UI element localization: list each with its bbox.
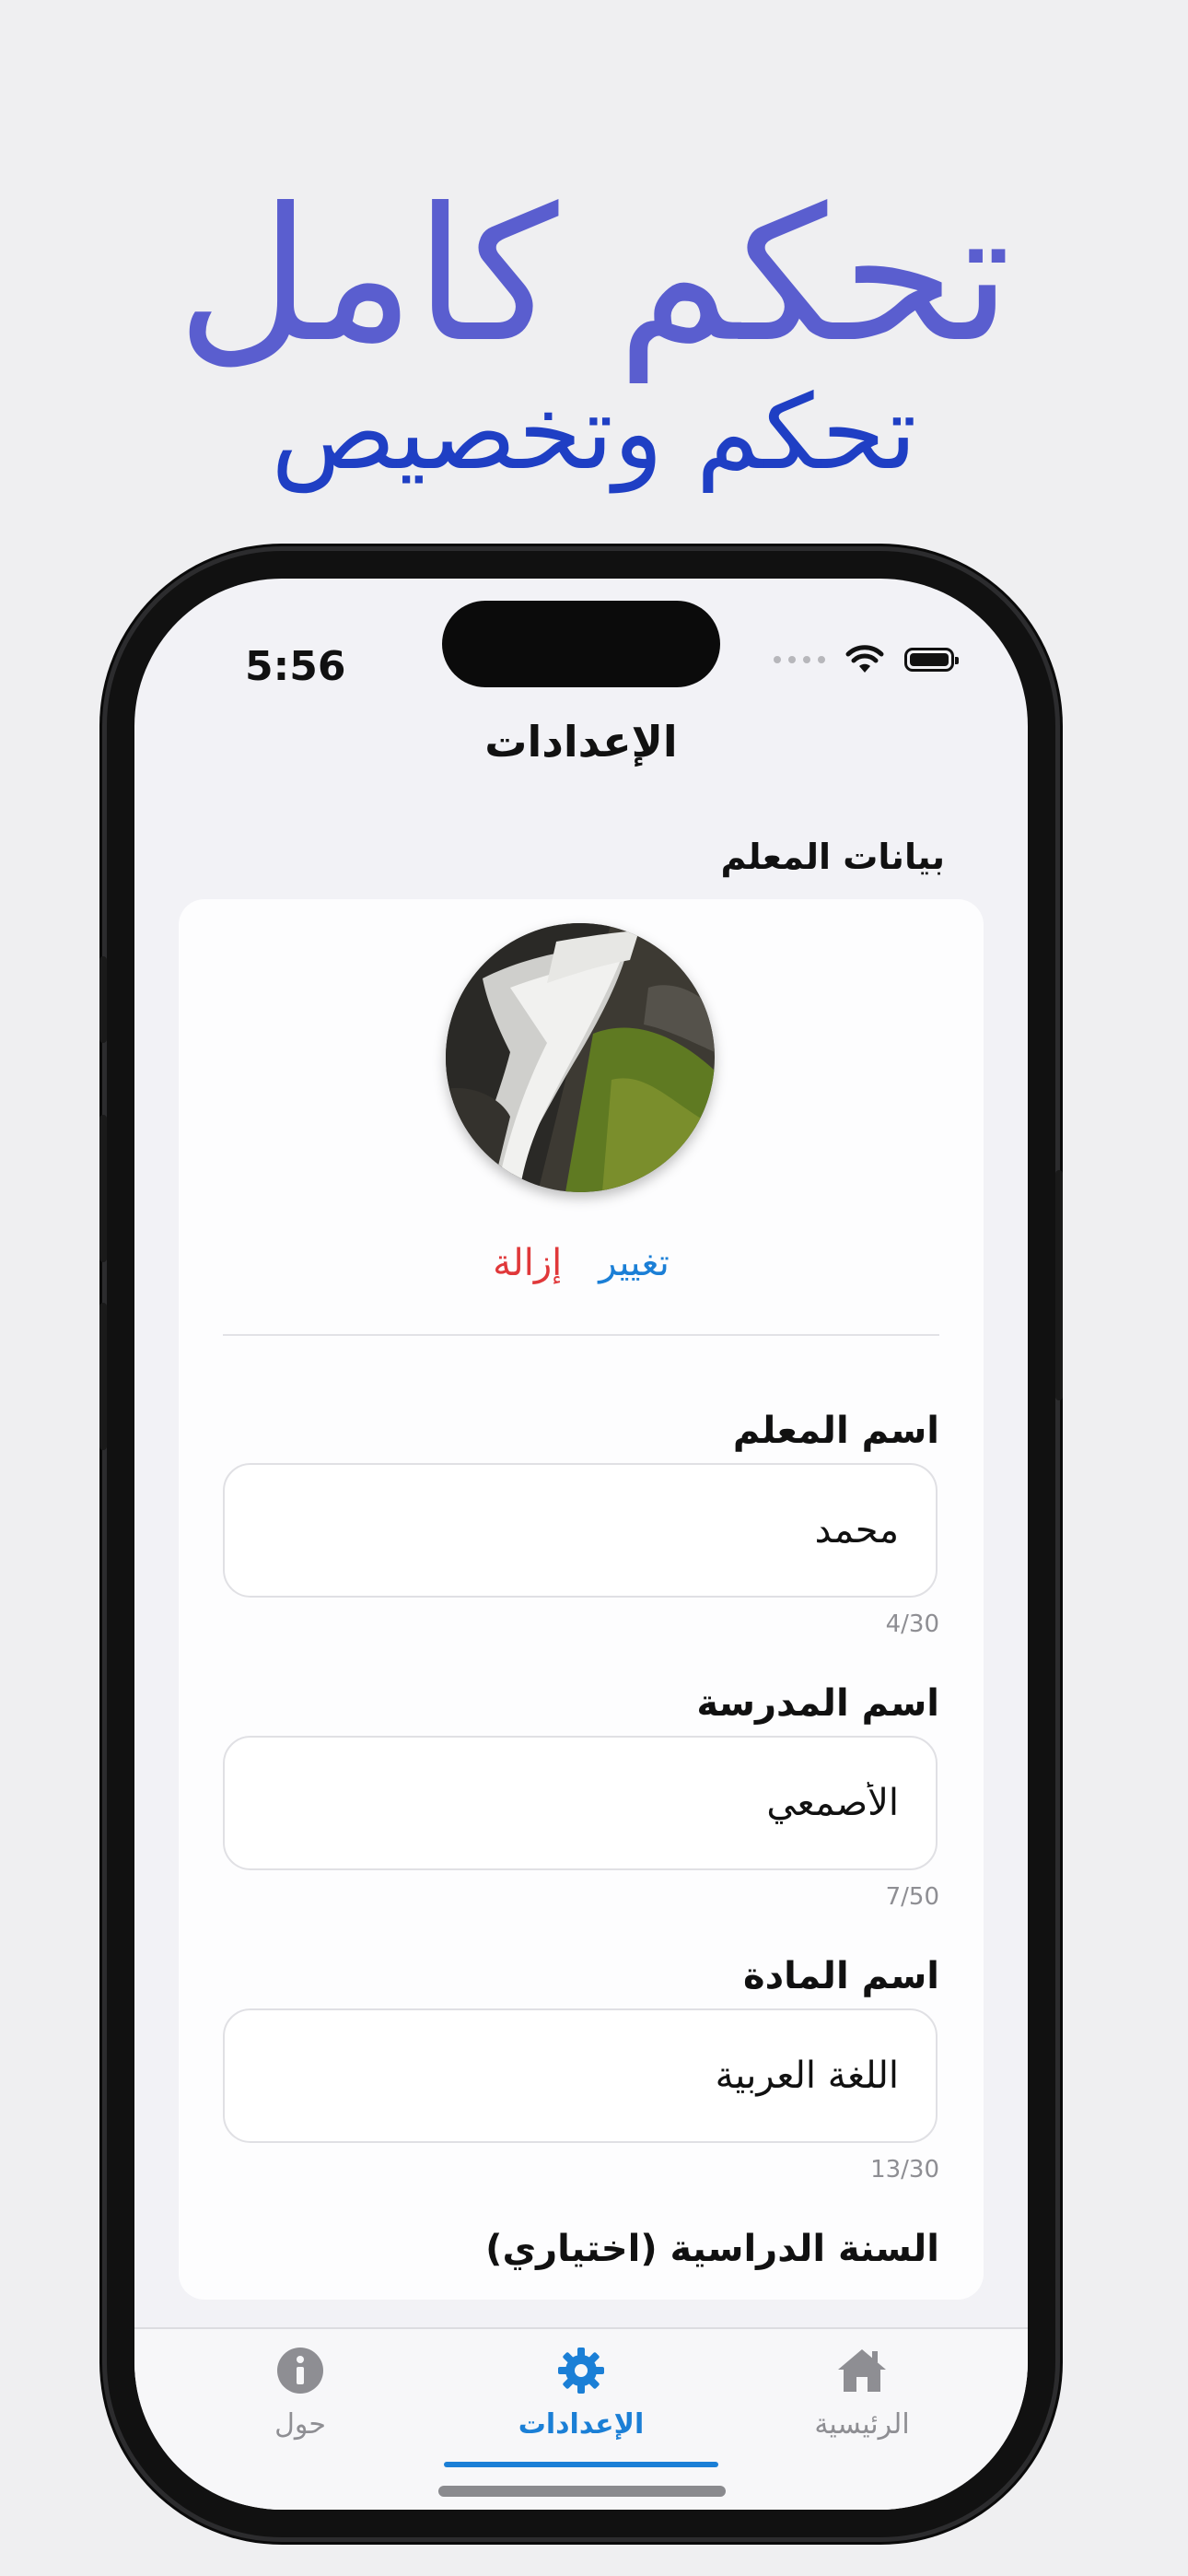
wifi-icon (845, 645, 884, 673)
teacher-name-field-box (223, 1463, 938, 1598)
school-name-field-box (223, 1736, 938, 1870)
change-photo-button[interactable]: تغيير (599, 1242, 670, 1284)
subject-name-field-box (223, 2008, 938, 2143)
status-indicators (774, 645, 959, 674)
tab-about-label: حول (274, 2408, 326, 2441)
section-title-teacher-info: بيانات المعلم (720, 837, 945, 877)
tab-settings[interactable]: الإعدادات (471, 2346, 692, 2441)
tab-home-label: الرئيسية (814, 2408, 910, 2441)
teacher-name-label: اسم المعلم (732, 1410, 939, 1452)
teacher-avatar[interactable] (446, 923, 715, 1192)
tab-bar: الرئيسية الإعدادات حول (134, 2327, 1028, 2510)
home-icon (838, 2349, 886, 2392)
promo-headline: تحكم كامل (176, 169, 1012, 383)
school-name-input[interactable] (225, 1781, 901, 1825)
tab-about[interactable]: حول (190, 2346, 411, 2441)
subject-name-counter: 13/30 (870, 2156, 939, 2184)
tab-home[interactable]: الرئيسية (751, 2346, 973, 2441)
home-indicator[interactable] (438, 2486, 726, 2497)
volume-down-button (99, 1303, 107, 1450)
phone-frame: 5:56 الإعدادات بيانات المعلم إزالة تغيير… (99, 551, 1063, 2537)
volume-up-button (99, 1115, 107, 1262)
app-screen: 5:56 الإعدادات بيانات المعلم إزالة تغيير… (134, 579, 1028, 2510)
action-button (99, 956, 107, 1043)
photo-actions: إزالة تغيير (179, 1242, 984, 1284)
teacher-info-card: إزالة تغيير اسم المعلم 4/30 اسم المدرسة … (179, 899, 984, 2300)
active-tab-indicator (444, 2462, 718, 2467)
subject-name-input[interactable] (225, 2054, 901, 2098)
school-name-counter: 7/50 (885, 1883, 939, 1911)
battery-icon (904, 648, 959, 672)
status-time: 5:56 (245, 643, 346, 690)
page-title: الإعدادات (484, 717, 678, 767)
gear-icon (558, 2348, 604, 2394)
tab-settings-label: الإعدادات (518, 2408, 645, 2441)
school-year-label: السنة الدراسية (اختياري) (485, 2228, 939, 2270)
teacher-name-counter: 4/30 (885, 1610, 939, 1638)
teacher-name-input[interactable] (225, 1508, 901, 1552)
info-icon (277, 2348, 323, 2394)
subject-name-label: اسم المادة (742, 1955, 939, 1997)
avatar-waterfall-image (446, 923, 715, 1192)
promo-subheadline: تحكم وتخصيص (271, 373, 917, 493)
divider (223, 1334, 939, 1336)
school-name-label: اسم المدرسة (696, 1682, 939, 1725)
signal-icon (774, 656, 825, 663)
remove-photo-button[interactable]: إزالة (493, 1242, 562, 1284)
power-button (1055, 1170, 1063, 1400)
dynamic-island (442, 601, 720, 687)
